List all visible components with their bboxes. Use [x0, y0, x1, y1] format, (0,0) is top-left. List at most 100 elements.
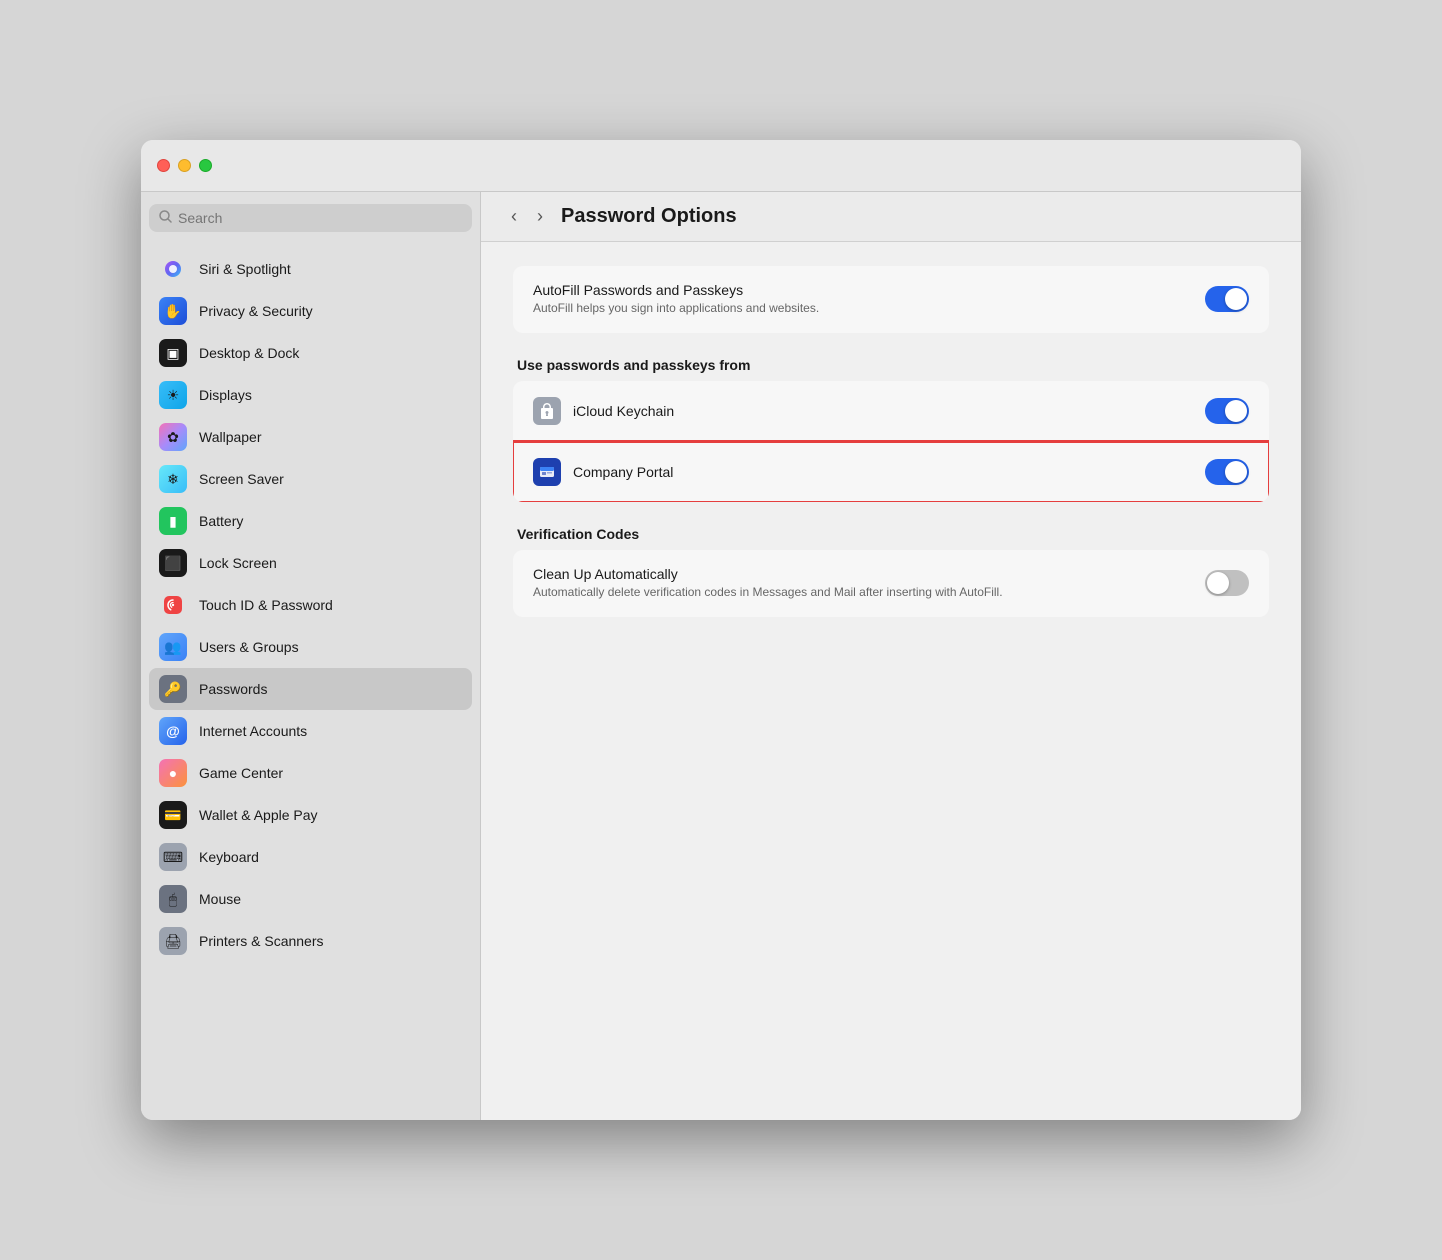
- sidebar-item-battery[interactable]: ▮ Battery: [149, 500, 472, 542]
- wallet-icon: 💳: [159, 801, 187, 829]
- keyboard-icon: ⌨: [159, 843, 187, 871]
- sidebar-item-label: Siri & Spotlight: [199, 261, 291, 277]
- company-portal-toggle[interactable]: [1205, 459, 1249, 485]
- search-input[interactable]: [178, 210, 462, 226]
- sidebar-item-lock-screen[interactable]: ⬛ Lock Screen: [149, 542, 472, 584]
- sidebar-item-label: Wallpaper: [199, 429, 262, 445]
- cleanup-subtitle: Automatically delete verification codes …: [533, 584, 1193, 601]
- lock-screen-icon: ⬛: [159, 549, 187, 577]
- sidebar-items: Siri & Spotlight ✋ Privacy & Security ▣ …: [149, 248, 472, 962]
- cleanup-content: Clean Up Automatically Automatically del…: [533, 566, 1193, 601]
- search-icon: [159, 210, 172, 226]
- main-header: ‹ › Password Options: [481, 192, 1301, 242]
- company-portal-title: Company Portal: [573, 464, 1193, 480]
- sidebar-item-displays[interactable]: ☀ Displays: [149, 374, 472, 416]
- internet-accounts-icon: @: [159, 717, 187, 745]
- sidebar-item-users-groups[interactable]: 👥 Users & Groups: [149, 626, 472, 668]
- autofill-title: AutoFill Passwords and Passkeys: [533, 282, 1193, 298]
- main-content: ‹ › Password Options AutoFill Passwords …: [481, 192, 1301, 1120]
- company-portal-toggle-knob: [1225, 461, 1247, 483]
- sidebar-item-label: Wallet & Apple Pay: [199, 807, 318, 823]
- sidebar-item-mouse[interactable]: 🖱 Mouse: [149, 878, 472, 920]
- autofill-content: AutoFill Passwords and Passkeys AutoFill…: [533, 282, 1193, 317]
- close-button[interactable]: [157, 159, 170, 172]
- sidebar: Siri & Spotlight ✋ Privacy & Security ▣ …: [141, 192, 481, 1120]
- sidebar-item-wallet[interactable]: 💳 Wallet & Apple Pay: [149, 794, 472, 836]
- touch-id-icon: [159, 591, 187, 619]
- icloud-keychain-content: iCloud Keychain: [573, 403, 1193, 419]
- traffic-lights: [157, 159, 212, 172]
- company-portal-toggle-track: [1205, 459, 1249, 485]
- sidebar-item-label: Game Center: [199, 765, 283, 781]
- screen-saver-icon: ❄: [159, 465, 187, 493]
- battery-icon: ▮: [159, 507, 187, 535]
- main-body: AutoFill Passwords and Passkeys AutoFill…: [481, 242, 1301, 665]
- printers-icon: 🖨: [159, 927, 187, 955]
- sidebar-item-label: Printers & Scanners: [199, 933, 324, 949]
- sidebar-item-label: Screen Saver: [199, 471, 284, 487]
- autofill-toggle-knob: [1225, 288, 1247, 310]
- users-groups-icon: 👥: [159, 633, 187, 661]
- sidebar-item-siri-spotlight[interactable]: Siri & Spotlight: [149, 248, 472, 290]
- game-center-icon: ●: [159, 759, 187, 787]
- settings-window: Siri & Spotlight ✋ Privacy & Security ▣ …: [141, 140, 1301, 1120]
- sidebar-item-label: Users & Groups: [199, 639, 299, 655]
- sidebar-item-label: Displays: [199, 387, 252, 403]
- minimize-button[interactable]: [178, 159, 191, 172]
- sidebar-item-label: Passwords: [199, 681, 267, 697]
- mouse-icon: 🖱: [159, 885, 187, 913]
- cleanup-row: Clean Up Automatically Automatically del…: [513, 550, 1269, 617]
- sidebar-item-screen-saver[interactable]: ❄ Screen Saver: [149, 458, 472, 500]
- sidebar-item-label: Battery: [199, 513, 243, 529]
- autofill-row: AutoFill Passwords and Passkeys AutoFill…: [513, 266, 1269, 333]
- cleanup-toggle[interactable]: [1205, 570, 1249, 596]
- forward-button[interactable]: ›: [531, 204, 549, 229]
- wallpaper-icon: ✿: [159, 423, 187, 451]
- autofill-toggle-track: [1205, 286, 1249, 312]
- autofill-subtitle: AutoFill helps you sign into application…: [533, 300, 1193, 317]
- sidebar-item-label: Desktop & Dock: [199, 345, 299, 361]
- sidebar-item-printers[interactable]: 🖨 Printers & Scanners: [149, 920, 472, 962]
- maximize-button[interactable]: [199, 159, 212, 172]
- title-bar: [141, 140, 1301, 192]
- privacy-security-icon: ✋: [159, 297, 187, 325]
- sidebar-item-internet-accounts[interactable]: @ Internet Accounts: [149, 710, 472, 752]
- icloud-keychain-toggle-knob: [1225, 400, 1247, 422]
- search-bar[interactable]: [149, 204, 472, 232]
- passwords-from-card: iCloud Keychain: [513, 381, 1269, 502]
- sidebar-item-label: Touch ID & Password: [199, 597, 333, 613]
- sidebar-item-wallpaper[interactable]: ✿ Wallpaper: [149, 416, 472, 458]
- desktop-dock-icon: ▣: [159, 339, 187, 367]
- keychain-icon: [533, 397, 561, 425]
- company-portal-content: Company Portal: [573, 464, 1193, 480]
- company-portal-row: Company Portal: [513, 442, 1269, 502]
- cleanup-toggle-track: [1205, 570, 1249, 596]
- siri-spotlight-icon: [159, 255, 187, 283]
- sidebar-item-label: Keyboard: [199, 849, 259, 865]
- cleanup-title: Clean Up Automatically: [533, 566, 1193, 582]
- icloud-keychain-toggle[interactable]: [1205, 398, 1249, 424]
- sidebar-item-label: Internet Accounts: [199, 723, 307, 739]
- sidebar-item-touch-id[interactable]: Touch ID & Password: [149, 584, 472, 626]
- cleanup-toggle-knob: [1207, 572, 1229, 594]
- sidebar-item-keyboard[interactable]: ⌨ Keyboard: [149, 836, 472, 878]
- autofill-card: AutoFill Passwords and Passkeys AutoFill…: [513, 266, 1269, 333]
- displays-icon: ☀: [159, 381, 187, 409]
- sidebar-item-desktop-dock[interactable]: ▣ Desktop & Dock: [149, 332, 472, 374]
- sidebar-item-game-center[interactable]: ● Game Center: [149, 752, 472, 794]
- sidebar-item-label: Mouse: [199, 891, 241, 907]
- sidebar-item-privacy-security[interactable]: ✋ Privacy & Security: [149, 290, 472, 332]
- content-area: Siri & Spotlight ✋ Privacy & Security ▣ …: [141, 192, 1301, 1120]
- sidebar-item-label: Privacy & Security: [199, 303, 313, 319]
- verification-card: Clean Up Automatically Automatically del…: [513, 550, 1269, 617]
- back-button[interactable]: ‹: [505, 204, 523, 229]
- autofill-toggle[interactable]: [1205, 286, 1249, 312]
- icloud-keychain-title: iCloud Keychain: [573, 403, 1193, 419]
- icloud-keychain-toggle-track: [1205, 398, 1249, 424]
- sidebar-item-passwords[interactable]: 🔑 Passwords: [149, 668, 472, 710]
- sidebar-item-label: Lock Screen: [199, 555, 277, 571]
- passwords-section-label: Use passwords and passkeys from: [513, 357, 1269, 373]
- page-title: Password Options: [561, 205, 737, 228]
- company-portal-icon: [533, 458, 561, 486]
- passwords-icon: 🔑: [159, 675, 187, 703]
